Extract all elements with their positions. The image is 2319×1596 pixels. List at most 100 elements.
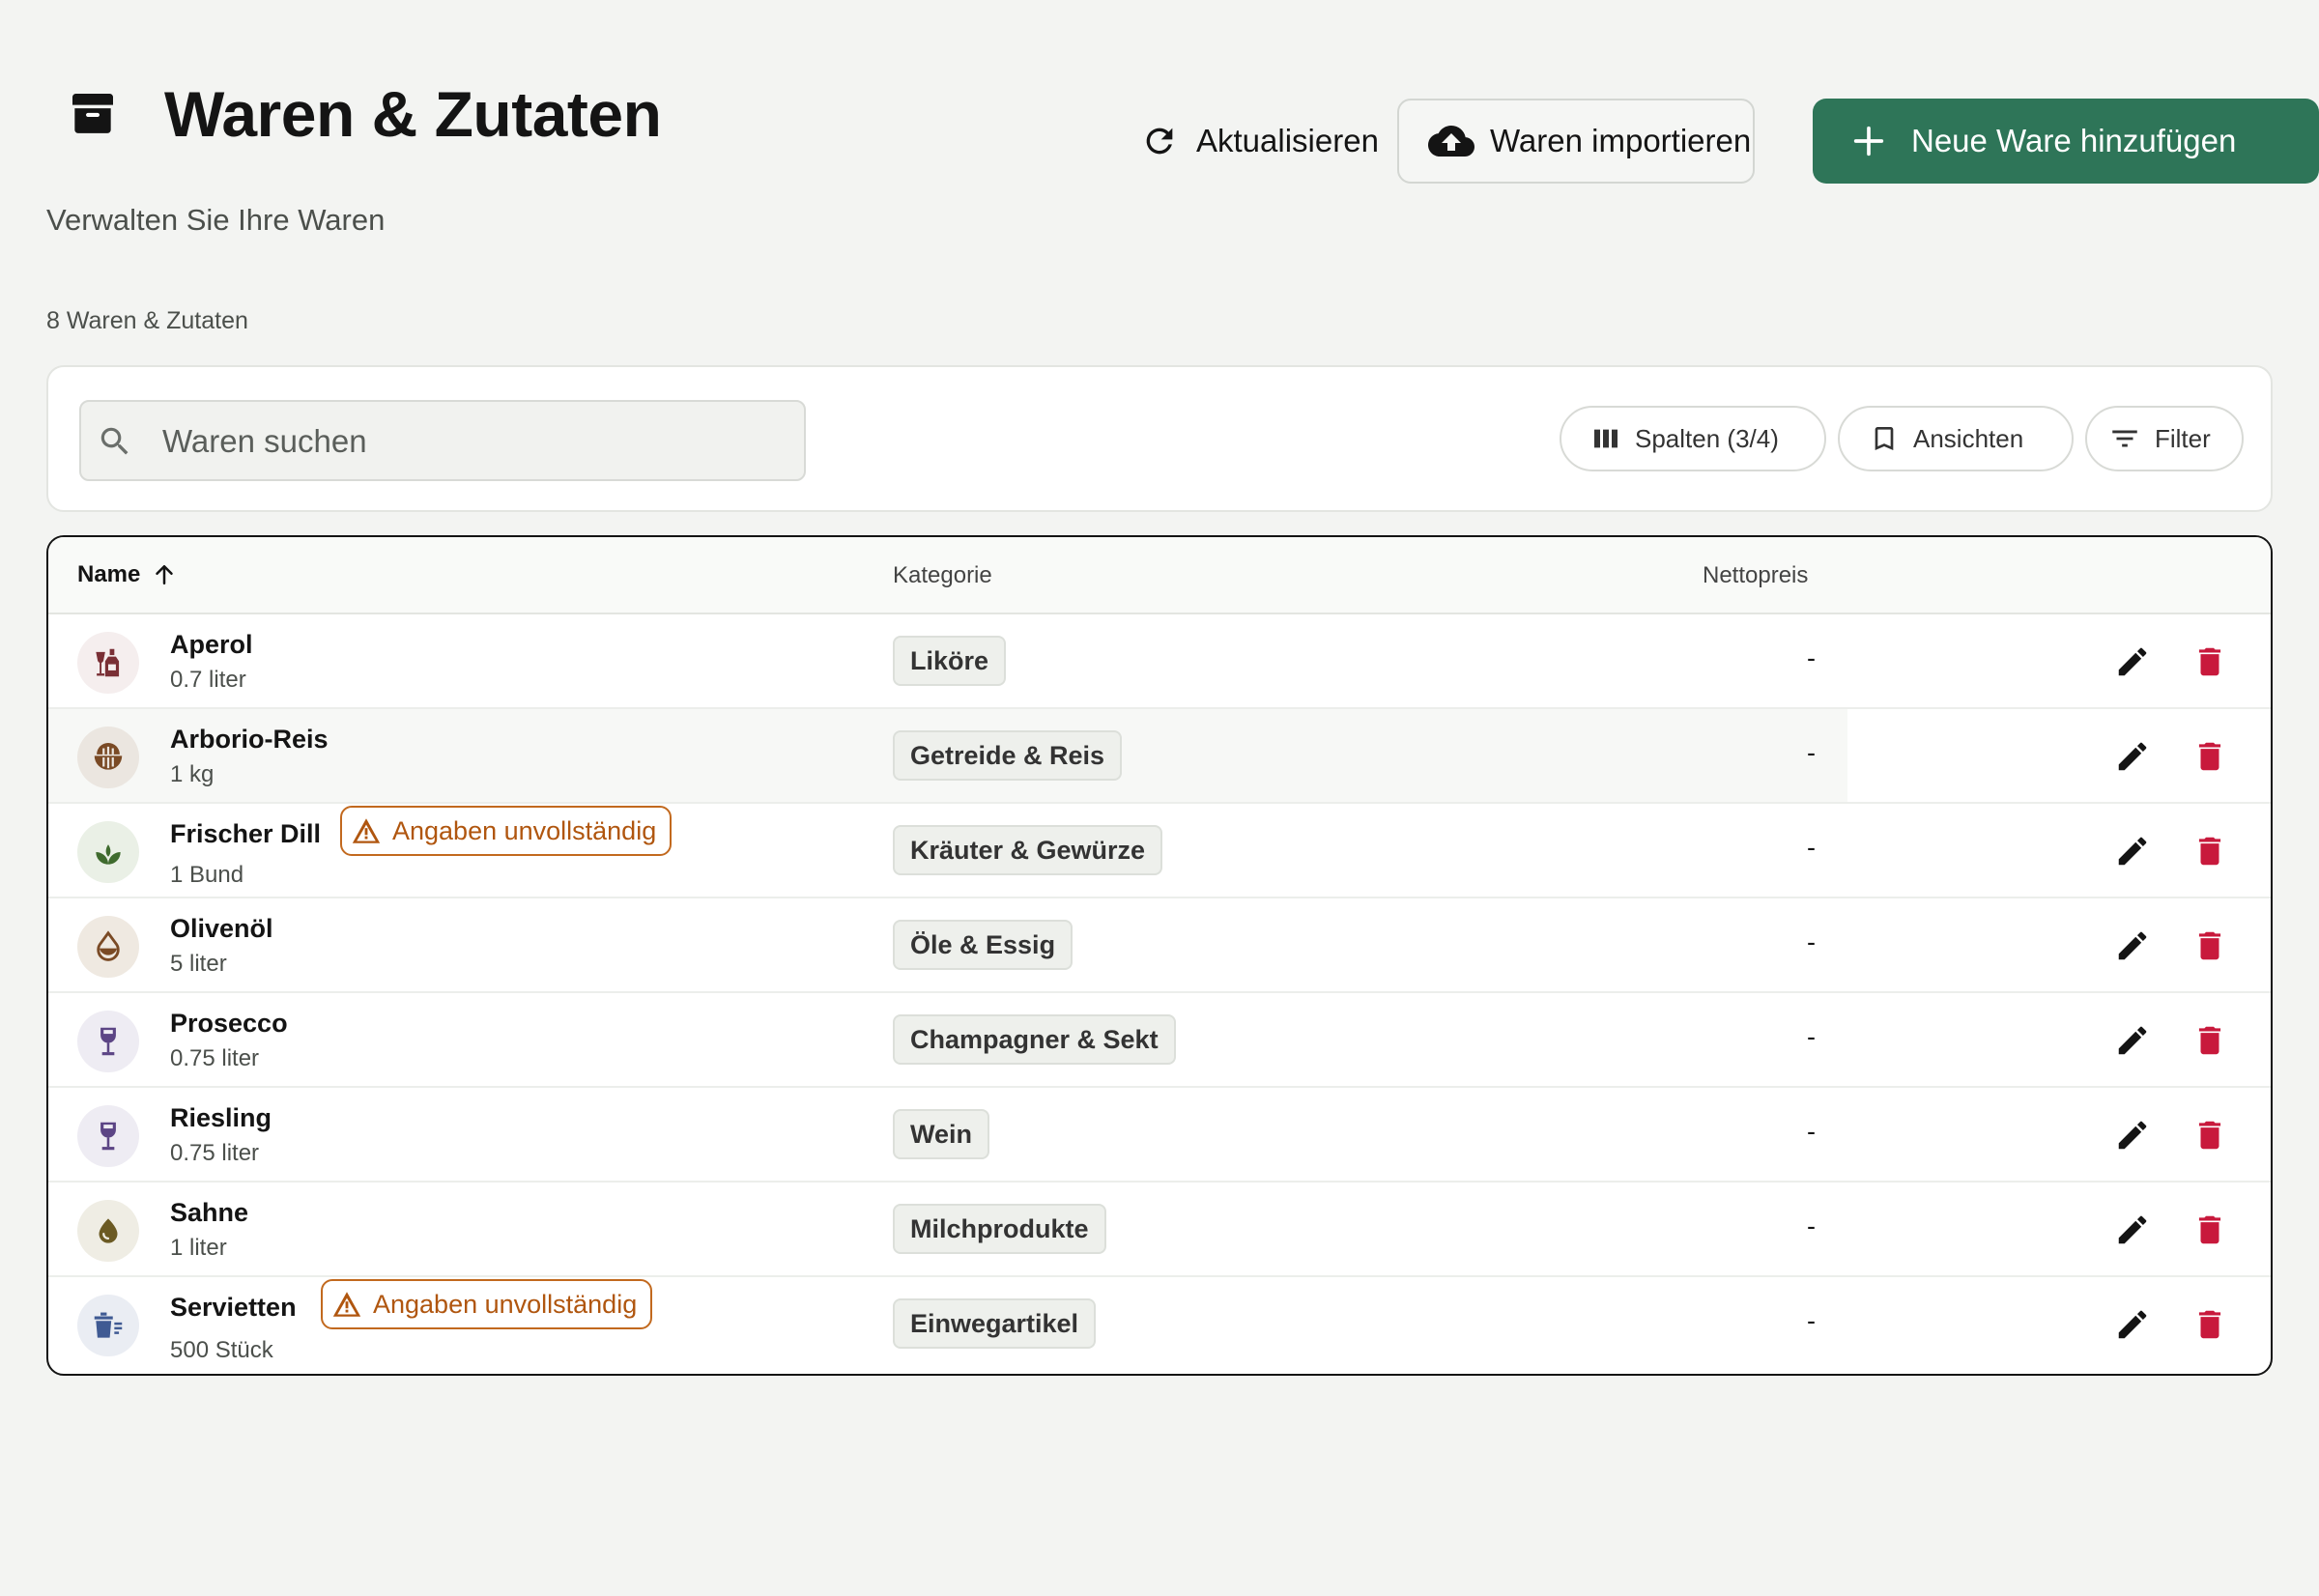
delete-icon[interactable]	[2191, 1022, 2228, 1059]
item-name: Riesling	[170, 1103, 272, 1132]
page-header: Waren & Zutaten Verwalten Sie Ihre Waren…	[46, 68, 2319, 237]
warning-label: Angaben unvollständig	[392, 815, 657, 845]
delete-icon[interactable]	[2191, 1306, 2228, 1343]
item-name: Arborio-Reis	[170, 725, 329, 754]
table-header: Name Kategorie Nettopreis	[48, 537, 2271, 614]
columns-button[interactable]: Spalten (3/4)	[1560, 406, 1826, 471]
table-row[interactable]: Arborio-Reis 1 kg Getreide & Reis -	[48, 709, 2271, 804]
add-item-button[interactable]: Neue Ware hinzufügen	[1813, 99, 2319, 184]
table-row[interactable]: Sahne 1 liter Milchprodukte -	[48, 1183, 2271, 1277]
category-badge: Einwegartikel	[893, 1298, 1097, 1349]
herb-leaf-icon	[77, 821, 139, 883]
edit-icon[interactable]	[2114, 1306, 2151, 1343]
filter-icon	[2112, 430, 2137, 447]
cloud-upload-icon	[1428, 126, 1474, 157]
refresh-button[interactable]: Aktualisieren	[1090, 99, 1418, 184]
edit-icon[interactable]	[2114, 927, 2151, 964]
warning-label: Angaben unvollständig	[373, 1289, 638, 1319]
import-button[interactable]: Waren importieren	[1397, 99, 1755, 184]
item-quantity: 1 kg	[170, 761, 215, 787]
warning-icon	[332, 1292, 361, 1317]
columns-label: Spalten (3/4)	[1635, 423, 1779, 453]
category-badge: Wein	[893, 1109, 990, 1159]
page-subtitle: Verwalten Sie Ihre Waren	[46, 203, 386, 237]
columns-icon	[1594, 429, 1618, 448]
item-name: Servietten	[170, 1293, 297, 1322]
item-name: Aperol	[170, 630, 253, 659]
category-badge: Getreide & Reis	[893, 730, 1123, 781]
views-label: Ansichten	[1913, 423, 2024, 453]
refresh-label: Aktualisieren	[1196, 123, 1379, 158]
warning-icon	[352, 818, 381, 843]
item-quantity: 5 liter	[170, 951, 227, 977]
search-icon	[100, 427, 129, 455]
column-header-name-label: Name	[77, 561, 141, 587]
edit-icon[interactable]	[2114, 1117, 2151, 1154]
item-quantity: 1 Bund	[170, 862, 244, 888]
wine-glass-icon	[77, 1105, 139, 1167]
edit-icon[interactable]	[2114, 1211, 2151, 1248]
delete-icon[interactable]	[2191, 1117, 2228, 1154]
item-price: -	[1807, 1022, 1816, 1051]
delete-icon[interactable]	[2191, 738, 2228, 775]
delete-icon[interactable]	[2191, 833, 2228, 869]
table-row[interactable]: Riesling 0.75 liter Wein -	[48, 1088, 2271, 1183]
archive-icon	[72, 94, 113, 133]
filter-button[interactable]: Filter	[2085, 406, 2244, 471]
incomplete-warning-badge: Angaben unvollständig	[321, 1279, 653, 1329]
edit-icon[interactable]	[2114, 643, 2151, 680]
incomplete-warning-badge: Angaben unvollständig	[340, 806, 673, 856]
item-price: -	[1807, 833, 1816, 862]
item-quantity: 0.7 liter	[170, 667, 246, 693]
sort-ascending-icon	[156, 565, 174, 584]
table-toolbar: Spalten (3/4) Ansichten Filter	[46, 365, 2273, 512]
wine-glass-icon	[77, 1011, 139, 1072]
column-header-name[interactable]: Name	[77, 560, 179, 589]
delete-icon[interactable]	[2191, 927, 2228, 964]
delete-icon[interactable]	[2191, 1211, 2228, 1248]
liquor-bottle-icon	[77, 632, 139, 694]
table-row[interactable]: Aperol 0.7 liter Liköre -	[48, 614, 2271, 709]
item-price: -	[1807, 643, 1816, 672]
page-title: Waren & Zutaten	[164, 78, 662, 150]
views-button[interactable]: Ansichten	[1838, 406, 2074, 471]
table-row[interactable]: Olivenöl 5 liter Öle & Essig -	[48, 898, 2271, 993]
items-table: Name Kategorie Nettopreis Aperol 0.7 lit…	[46, 535, 2273, 1376]
item-quantity: 0.75 liter	[170, 1140, 260, 1166]
item-price: -	[1807, 1117, 1816, 1146]
column-header-category[interactable]: Kategorie	[893, 562, 992, 589]
item-quantity: 1 liter	[170, 1235, 227, 1261]
table-row[interactable]: Prosecco 0.75 liter Champagner & Sekt -	[48, 993, 2271, 1088]
add-item-label: Neue Ware hinzufügen	[1911, 123, 2237, 158]
item-count: 8 Waren & Zutaten	[46, 307, 248, 334]
search-box	[79, 400, 806, 481]
bookmark-icon	[1875, 427, 1894, 450]
table-row[interactable]: Frischer Dill Angaben unvollständig 1 Bu…	[48, 804, 2271, 898]
item-quantity: 0.75 liter	[170, 1045, 260, 1071]
category-badge: Milchprodukte	[893, 1204, 1106, 1254]
item-price: -	[1807, 1211, 1816, 1240]
disposable-cup-icon	[77, 1295, 139, 1356]
item-name: Prosecco	[170, 1009, 288, 1038]
edit-icon[interactable]	[2114, 738, 2151, 775]
item-price: -	[1807, 1306, 1816, 1335]
plus-icon	[1853, 126, 1884, 157]
category-badge: Liköre	[893, 636, 1007, 686]
table-row[interactable]: Servietten Angaben unvollständig 500 Stü…	[48, 1277, 2271, 1372]
import-label: Waren importieren	[1490, 123, 1752, 158]
column-header-price[interactable]: Nettopreis	[1703, 562, 1808, 589]
rice-bowl-icon	[77, 727, 139, 788]
delete-icon[interactable]	[2191, 643, 2228, 680]
item-price: -	[1807, 738, 1816, 767]
edit-icon[interactable]	[2114, 1022, 2151, 1059]
category-badge: Öle & Essig	[893, 920, 1074, 970]
edit-icon[interactable]	[2114, 833, 2151, 869]
item-name: Olivenöl	[170, 914, 273, 943]
category-badge: Champagner & Sekt	[893, 1014, 1176, 1065]
search-input[interactable]	[160, 402, 783, 481]
cream-drop-icon	[77, 1200, 139, 1262]
filter-label: Filter	[2155, 423, 2211, 453]
category-badge: Kräuter & Gewürze	[893, 825, 1163, 875]
item-price: -	[1807, 927, 1816, 956]
item-quantity: 500 Stück	[170, 1337, 273, 1363]
